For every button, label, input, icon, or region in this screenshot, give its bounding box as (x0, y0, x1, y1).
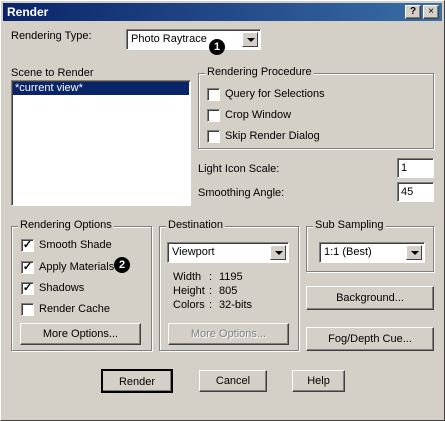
sub-sampling-value: 1:1 (Best) (324, 246, 372, 258)
callout-badge-2: 2 (114, 257, 130, 273)
smoothing-angle-value: 45 (401, 186, 414, 198)
rendering-options-label: Rendering Options (18, 219, 114, 231)
smoothing-angle-label: Smoothing Angle: (198, 187, 285, 199)
help-button[interactable]: Help (292, 370, 345, 392)
height-value: 805 (219, 285, 238, 297)
width-colon: : (209, 271, 213, 283)
light-icon-scale-input[interactable]: 1 (397, 158, 434, 178)
light-icon-scale-label: Light Icon Scale: (198, 163, 280, 175)
window-title: Render (7, 5, 49, 19)
skip-render-dialog-label: Skip Render Dialog (225, 130, 320, 142)
shadows-checkbox[interactable]: ✓ (21, 282, 34, 295)
width-label: Width (173, 271, 202, 283)
scene-list[interactable]: *current view* (11, 80, 191, 206)
width-value: 1195 (219, 271, 243, 283)
render-cache-label: Render Cache (39, 303, 110, 315)
height-colon: : (209, 285, 213, 297)
render-dialog: Render ? × Rendering Type: Photo Raytrac… (0, 0, 445, 421)
close-button[interactable]: × (423, 5, 439, 19)
render-cache-checkbox[interactable] (21, 303, 34, 316)
sub-sampling-label: Sub Sampling (313, 219, 386, 231)
query-selections-label: Query for Selections (225, 88, 325, 100)
destination-more-options-button[interactable]: More Options... (168, 323, 289, 345)
smooth-shade-label: Smooth Shade (39, 239, 112, 251)
more-options-button[interactable]: More Options... (20, 323, 141, 345)
skip-render-dialog-checkbox[interactable] (207, 130, 220, 143)
apply-materials-label: Apply Materials (39, 261, 115, 273)
smooth-shade-checkbox[interactable]: ✓ (21, 239, 34, 252)
destination-select[interactable]: Viewport (167, 242, 289, 263)
rendering-procedure-label: Rendering Procedure (205, 66, 314, 78)
apply-materials-checkbox[interactable]: ✓ (21, 261, 34, 274)
crop-window-label: Crop Window (225, 109, 292, 121)
destination-label: Destination (166, 219, 226, 231)
rendering-type-label: Rendering Type: (11, 30, 92, 42)
crop-window-checkbox[interactable] (207, 109, 220, 122)
chevron-down-icon[interactable] (406, 245, 422, 260)
colors-colon: : (209, 299, 213, 311)
colors-value: 32-bits (219, 299, 253, 311)
sub-sampling-select[interactable]: 1:1 (Best) (319, 242, 425, 263)
title-bar[interactable]: Render ? × (3, 3, 442, 21)
cancel-button[interactable]: Cancel (199, 370, 267, 392)
destination-value: Viewport (172, 246, 215, 258)
smoothing-angle-input[interactable]: 45 (397, 182, 434, 202)
shadows-label: Shadows (39, 282, 85, 294)
fog-depth-cue-button[interactable]: Fog/Depth Cue... (306, 327, 434, 351)
render-button[interactable]: Render (101, 369, 173, 393)
query-selections-checkbox[interactable] (207, 88, 220, 101)
scene-label: Scene to Render (11, 67, 94, 79)
rendering-type-select[interactable]: Photo Raytrace (126, 29, 261, 50)
light-icon-scale-value: 1 (401, 162, 408, 174)
chevron-down-icon[interactable] (242, 32, 258, 47)
list-item[interactable]: *current view* (13, 82, 189, 95)
height-label: Height (173, 285, 205, 297)
callout-badge-1: 1 (209, 39, 225, 55)
chevron-down-icon[interactable] (270, 245, 286, 260)
help-question-button[interactable]: ? (405, 5, 421, 19)
colors-label: Colors (173, 299, 205, 311)
background-button[interactable]: Background... (306, 286, 434, 310)
rendering-type-value: Photo Raytrace (131, 33, 207, 45)
